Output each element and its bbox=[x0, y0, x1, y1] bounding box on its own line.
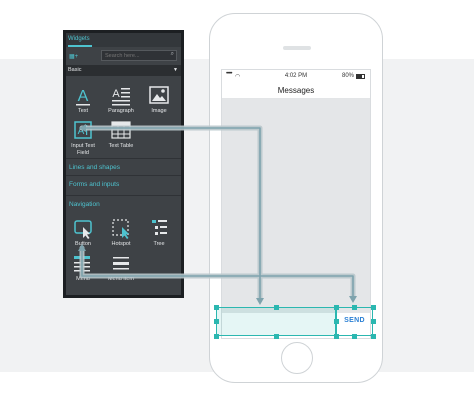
table-widget-icon bbox=[104, 119, 138, 143]
input-field-widget-icon: A bbox=[66, 119, 100, 143]
widget-text[interactable]: A Text bbox=[66, 84, 100, 115]
widget-label: Tree bbox=[153, 241, 165, 247]
selection-handle[interactable] bbox=[371, 334, 376, 339]
selection-handle[interactable] bbox=[334, 319, 339, 324]
menu-item-widget-icon bbox=[104, 252, 138, 276]
svg-text:A: A bbox=[78, 126, 85, 137]
selection-handle[interactable] bbox=[274, 305, 279, 310]
selection-handle[interactable] bbox=[274, 334, 279, 339]
svg-text:A: A bbox=[78, 88, 89, 105]
send-button[interactable]: SEND bbox=[336, 307, 373, 336]
widget-label: Text Table bbox=[108, 143, 134, 149]
widget-text-table[interactable]: Text Table bbox=[104, 119, 138, 150]
widget-image[interactable]: Image bbox=[142, 84, 176, 115]
selection-handle[interactable] bbox=[214, 334, 219, 339]
widget-label: Menu Item bbox=[108, 276, 134, 282]
phone-speaker bbox=[283, 46, 311, 50]
widgets-panel: Widgets ▦+ ⌕ Basic ▼ A Text A Paragraph … bbox=[66, 33, 181, 295]
image-widget-icon bbox=[142, 84, 176, 108]
section-navigation[interactable]: Navigation bbox=[66, 195, 181, 212]
widget-paragraph[interactable]: A Paragraph bbox=[104, 84, 138, 115]
selection-handle[interactable] bbox=[352, 334, 357, 339]
widget-label: Paragraph bbox=[108, 108, 134, 114]
library-select-label: Basic bbox=[68, 67, 82, 73]
paragraph-widget-icon: A bbox=[104, 84, 138, 108]
message-area bbox=[222, 99, 370, 313]
search-box: ⌕ bbox=[101, 50, 177, 61]
battery-icon bbox=[356, 74, 365, 79]
tab-widgets[interactable]: Widgets bbox=[68, 36, 90, 42]
button-widget-icon bbox=[66, 217, 100, 241]
widget-label: Button bbox=[75, 241, 91, 247]
library-select[interactable]: Basic ▼ bbox=[66, 65, 181, 76]
add-library-icon[interactable]: ▦+ bbox=[69, 53, 78, 60]
hotspot-widget-icon bbox=[104, 217, 138, 241]
selection-handle[interactable] bbox=[371, 305, 376, 310]
widget-button[interactable]: Button bbox=[66, 217, 100, 248]
selection-handle[interactable] bbox=[214, 305, 219, 310]
home-button[interactable] bbox=[281, 342, 313, 374]
widget-menu[interactable]: Menu bbox=[66, 252, 100, 283]
message-input-field[interactable] bbox=[216, 307, 336, 336]
send-button-label: SEND bbox=[344, 317, 365, 324]
svg-text:A: A bbox=[112, 88, 120, 100]
phone-screen: ••••• ◠ 4:02 PM 80% Messages bbox=[221, 69, 371, 339]
selection-handle[interactable] bbox=[371, 319, 376, 324]
selection-handle[interactable] bbox=[334, 334, 339, 339]
widget-label: Text bbox=[77, 108, 89, 114]
section-forms-and-inputs[interactable]: Forms and inputs bbox=[66, 175, 181, 192]
panel-tab-bar: Widgets bbox=[66, 33, 181, 47]
widget-hotspot[interactable]: Hotspot bbox=[104, 217, 138, 248]
screen-title: Messages bbox=[222, 83, 370, 99]
widget-label: Hotspot bbox=[111, 241, 131, 247]
section-lines-and-shapes[interactable]: Lines and shapes bbox=[66, 158, 181, 175]
menu-widget-icon bbox=[66, 252, 100, 276]
widget-menu-item[interactable]: Menu Item bbox=[104, 252, 138, 283]
section-label: Lines and shapes bbox=[69, 164, 120, 171]
search-input[interactable] bbox=[105, 51, 165, 60]
search-icon[interactable]: ⌕ bbox=[171, 51, 174, 58]
section-label: Navigation bbox=[69, 201, 100, 208]
widget-tree[interactable]: Tree bbox=[142, 217, 176, 248]
tree-widget-icon bbox=[142, 217, 176, 241]
text-widget-icon: A bbox=[66, 84, 100, 108]
panel-toolbar: ▦+ ⌕ bbox=[66, 47, 181, 64]
selection-handle[interactable] bbox=[334, 305, 339, 310]
widget-label: Image bbox=[151, 108, 167, 114]
selection-handle[interactable] bbox=[352, 305, 357, 310]
widget-label: Input Text Field bbox=[71, 143, 95, 156]
section-label: Forms and inputs bbox=[69, 181, 120, 188]
status-bar: ••••• ◠ 4:02 PM 80% bbox=[222, 70, 370, 83]
battery-percent: 80% bbox=[341, 73, 354, 79]
widget-label: Menu bbox=[76, 276, 90, 282]
widget-input-text-field[interactable]: A Input Text Field bbox=[66, 119, 100, 156]
selection-handle[interactable] bbox=[214, 319, 219, 324]
chevron-down-icon: ▼ bbox=[173, 67, 178, 73]
